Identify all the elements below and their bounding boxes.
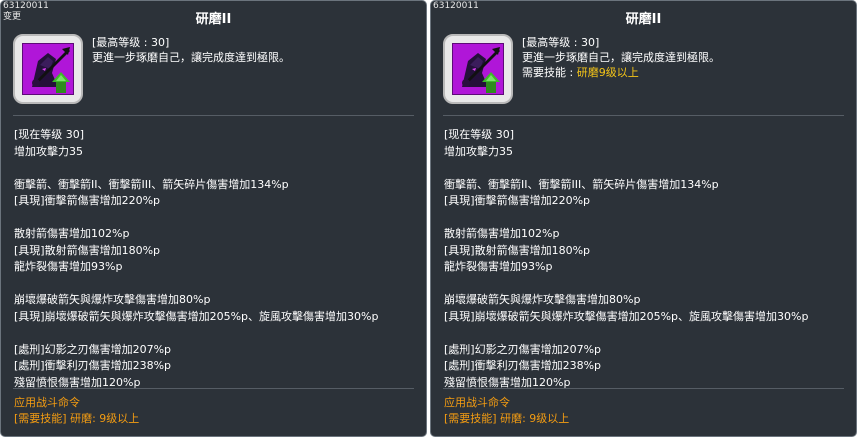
effect-line: 崩壞爆破箭矢與爆炸攻擊傷害增加80%p bbox=[14, 293, 211, 306]
hooded-archer-skill-icon bbox=[452, 43, 504, 95]
effect-line: [處刑]幻影之刃傷害增加207%p bbox=[14, 342, 172, 356]
battle-command-label: 应用战斗命令 bbox=[444, 396, 510, 409]
effect-line: [具現]崩壞爆破箭矢與爆炸攻擊傷害增加205%p、旋風攻擊傷害增加30%p bbox=[14, 309, 379, 323]
required-skill-label: [需要技能] 研磨: 9级以上 bbox=[14, 412, 140, 425]
effect-line: [具現]散射箭傷害增加180%p bbox=[444, 243, 591, 257]
skill-icon-frame bbox=[443, 34, 513, 104]
divider bbox=[443, 115, 844, 116]
effect-line: [處刑]衝擊利刃傷害增加238%p bbox=[14, 359, 172, 372]
required-skill-value: 研磨9级以上 bbox=[576, 66, 639, 79]
skill-tooltip-left: 63120011 变更 研磨II [最高等级 : 30] 更進一步琢磨自己，讓完… bbox=[0, 0, 427, 437]
divider bbox=[13, 115, 414, 116]
effect-line: 衝擊箭、衝擊箭II、衝擊箭III、箭矢碎片傷害增加134%p bbox=[444, 177, 719, 191]
effect-line: 龍炸裂傷害增加93%p bbox=[14, 260, 123, 273]
effect-line: 崩壞爆破箭矢與爆炸攻擊傷害增加80%p bbox=[444, 293, 641, 306]
skill-description: 更進一步琢磨自己，讓完成度達到極限。 bbox=[92, 51, 290, 64]
max-level-label: [最高等级 : 30] bbox=[92, 36, 170, 49]
hooded-archer-skill-icon bbox=[22, 43, 74, 95]
effect-line: [具現]散射箭傷害增加180%p bbox=[14, 243, 161, 257]
effect-line: 增加攻擊力35 bbox=[14, 144, 83, 158]
skill-title: 研磨II bbox=[625, 12, 662, 27]
effect-line: [具現]衝擊箭傷害增加220%p bbox=[14, 194, 161, 207]
required-skill-prefix: 需要技能 : bbox=[522, 66, 577, 79]
battle-command-label: 应用战斗命令 bbox=[14, 396, 80, 409]
effect-line: [具現]崩壞爆破箭矢與爆炸攻擊傷害增加205%p、旋風攻擊傷害增加30%p bbox=[444, 309, 809, 323]
current-level-label: [现在等级 30] bbox=[444, 128, 515, 141]
skill-tooltip-right: 63120011 研磨II [最高等级 : 30] 更進一步琢磨自己，讓完成度達… bbox=[430, 0, 857, 437]
required-skill-label: [需要技能] 研磨: 9级以上 bbox=[444, 412, 570, 425]
skill-description: 更進一步琢磨自己，讓完成度達到極限。 bbox=[522, 51, 720, 64]
skill-header-text: [最高等级 : 30] 更進一步琢磨自己，讓完成度達到極限。 需要技能 : 研磨… bbox=[522, 35, 720, 80]
effect-line: 散射箭傷害增加102%p bbox=[444, 227, 560, 240]
skill-header-text: [最高等级 : 30] 更進一步琢磨自己，讓完成度達到極限。 bbox=[92, 35, 290, 65]
current-level-label: [现在等级 30] bbox=[14, 128, 85, 141]
divider bbox=[443, 388, 844, 389]
effect-line: [處刑]衝擊利刃傷害增加238%p bbox=[444, 359, 602, 372]
skill-effects: [现在等级 30] 增加攻擊力35 衝擊箭、衝擊箭II、衝擊箭III、箭矢碎片傷… bbox=[14, 127, 378, 391]
effect-line: 散射箭傷害增加102%p bbox=[14, 227, 130, 240]
effect-line: 衝擊箭、衝擊箭II、衝擊箭III、箭矢碎片傷害增加134%p bbox=[14, 177, 289, 191]
skill-icon-frame bbox=[13, 34, 83, 104]
required-skill-line: 需要技能 : 研磨9级以上 bbox=[522, 65, 720, 80]
effect-line: 增加攻擊力35 bbox=[444, 144, 513, 158]
skill-title: 研磨II bbox=[195, 12, 232, 27]
effect-line: 龍炸裂傷害增加93%p bbox=[444, 260, 553, 273]
effect-line: [處刑]幻影之刃傷害增加207%p bbox=[444, 342, 602, 356]
skill-footer: 应用战斗命令 [需要技能] 研磨: 9级以上 bbox=[444, 395, 569, 427]
skill-footer: 应用战斗命令 [需要技能] 研磨: 9级以上 bbox=[14, 395, 139, 427]
max-level-label: [最高等级 : 30] bbox=[522, 36, 600, 49]
effect-line: [具現]衝擊箭傷害增加220%p bbox=[444, 194, 591, 207]
divider bbox=[13, 388, 414, 389]
skill-effects: [现在等级 30] 增加攻擊力35 衝擊箭、衝擊箭II、衝擊箭III、箭矢碎片傷… bbox=[444, 127, 808, 391]
